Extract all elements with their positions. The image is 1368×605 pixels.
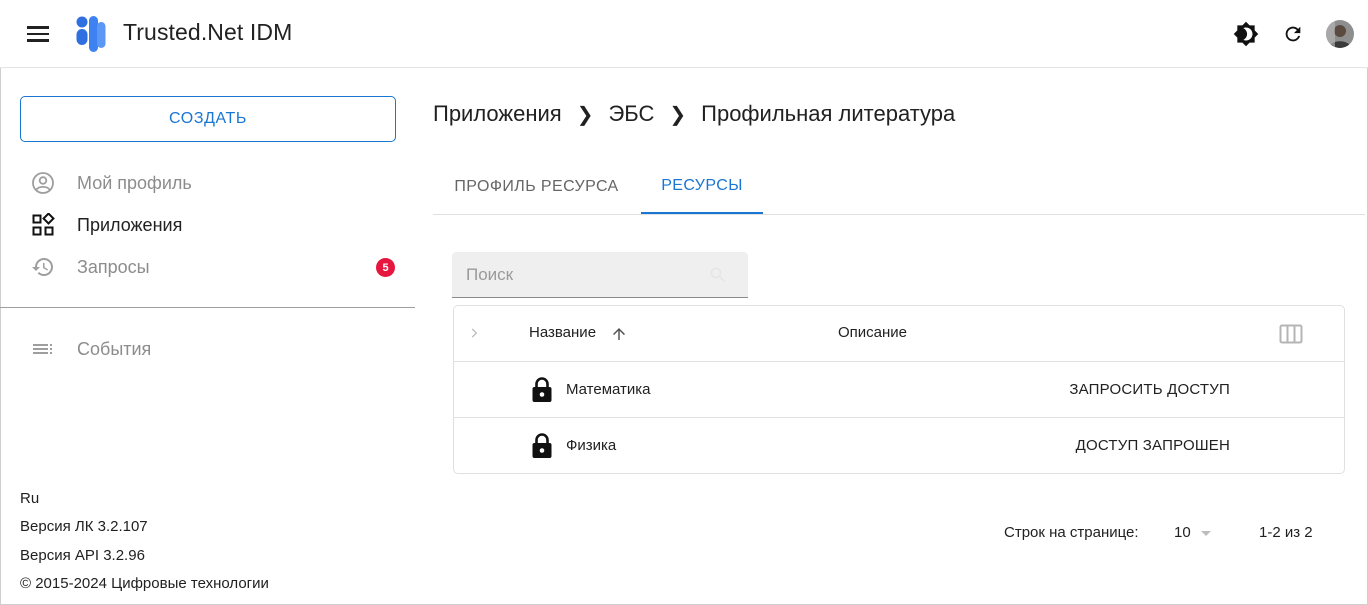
rows-per-page-value: 10 [1174,524,1191,541]
version-lk: Версия ЛК 3.2.107 [20,518,148,535]
app-header: Trusted.Net IDM [0,0,1368,68]
sidebar-item-label: Приложения [77,214,183,235]
app-title: Trusted.Net IDM [123,19,293,45]
column-header-name[interactable]: Название [529,324,596,341]
breadcrumb-item-ebs[interactable]: ЭБС [608,101,654,127]
sort-arrow-up-icon[interactable] [610,325,628,343]
sidebar-item-label: Мой профиль [77,172,192,193]
chevron-right-icon: ❯ [669,103,687,126]
menu-icon[interactable] [24,22,52,46]
lock-icon [532,433,552,458]
sidebar-item-label: Запросы [77,256,150,277]
chevron-right-icon: ❯ [576,103,594,126]
pagination-range: 1-2 из 2 [1259,524,1313,541]
table-header-row: Название Описание [454,306,1344,362]
search-field [452,252,748,298]
breadcrumb-item-apps[interactable]: Приложения [433,101,562,127]
view-column-icon[interactable] [1279,323,1303,345]
row-name: Физика [566,437,617,454]
column-header-description: Описание [838,324,908,341]
rows-per-page-select[interactable]: 10 [1174,521,1218,545]
sidebar: СОЗДАТЬ Мой профиль Приложения Запросы 5… [0,68,415,605]
logo-icon [76,16,106,52]
apps-icon [30,213,56,237]
language-switch[interactable]: Ru [20,490,39,507]
list-icon [30,337,56,361]
requests-count-badge: 5 [376,258,395,277]
theme-toggle-icon[interactable] [1232,20,1260,48]
tab-resources[interactable]: РЕСУРСЫ [641,160,763,214]
table-row[interactable]: Математика ЗАПРОСИТЬ ДОСТУП [454,362,1344,418]
sidebar-item-events[interactable]: События [0,329,415,369]
breadcrumb-item-current: Профильная литература [701,101,956,126]
access-requested-status: ДОСТУП ЗАПРОШЕН [1075,437,1230,454]
copyright: © 2015-2024 Цифровые технологии [20,575,269,592]
table-row[interactable]: Физика ДОСТУП ЗАПРОШЕН [454,418,1344,474]
row-name: Математика [566,381,651,398]
create-button[interactable]: СОЗДАТЬ [20,96,396,142]
sidebar-item-apps[interactable]: Приложения [0,205,415,245]
tab-bar: ПРОФИЛЬ РЕСУРСА РЕСУРСЫ [433,160,1365,215]
sidebar-item-my-profile[interactable]: Мой профиль [0,163,415,203]
breadcrumb: Приложения ❯ ЭБС ❯ Профильная литература [433,101,955,127]
request-access-button[interactable]: ЗАПРОСИТЬ ДОСТУП [1069,381,1230,398]
version-api: Версия API 3.2.96 [20,547,145,564]
refresh-icon[interactable] [1279,20,1307,48]
expand-all-chevron-icon[interactable] [467,326,481,340]
tab-resource-profile[interactable]: ПРОФИЛЬ РЕСУРСА [433,160,640,214]
lock-icon [532,377,552,402]
sidebar-item-requests[interactable]: Запросы 5 [0,247,415,287]
resources-table: Название Описание Математика ЗАПРОСИТЬ Д… [453,305,1345,474]
search-icon [710,267,726,283]
sidebar-item-label: События [77,338,152,359]
sidebar-divider [0,307,415,308]
history-icon [30,255,56,279]
account-circle-icon [30,171,56,195]
avatar[interactable] [1326,20,1354,48]
rows-per-page-label: Строк на странице: [1004,524,1139,541]
dropdown-arrow-icon [1201,531,1211,536]
search-input[interactable] [452,252,702,297]
